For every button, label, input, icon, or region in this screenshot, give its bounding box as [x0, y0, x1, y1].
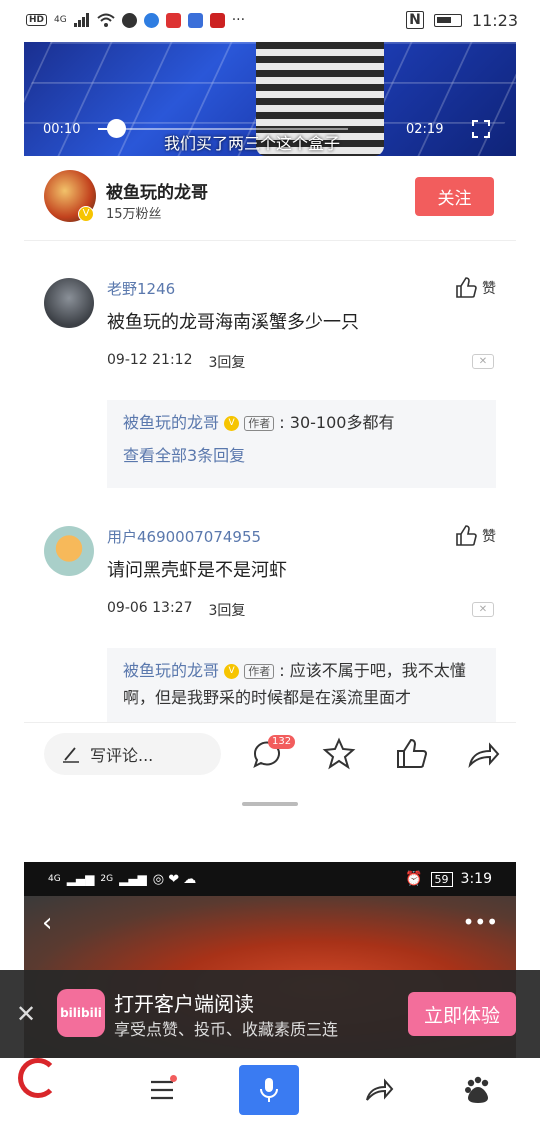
alarm-icon: ⏰	[405, 871, 423, 887]
signal-icon: ▂▄▆	[66, 872, 95, 886]
bilibili-logo: bilibili	[57, 989, 105, 1037]
comment-text: 被鱼玩的龙哥海南溪蟹多少一只	[107, 312, 359, 333]
video-player[interactable]: 00:10 我们买了两三个这个盒子 02:19	[24, 42, 516, 156]
comment-avatar[interactable]	[44, 278, 94, 328]
wifi-icon	[97, 13, 115, 27]
nfc-icon: N	[406, 11, 424, 29]
comment-username[interactable]: 老野1246	[107, 278, 175, 299]
divider	[24, 240, 516, 241]
author-tag: 作者	[244, 663, 275, 679]
thumbs-up-icon	[456, 277, 477, 298]
thumbs-up-icon[interactable]	[394, 737, 428, 771]
app-icon-redbox	[209, 12, 225, 28]
reply-text: : 30-100多都有	[279, 413, 395, 432]
embedded-time: 3:19	[460, 871, 492, 887]
comment-time: 09-06 13:27	[107, 600, 193, 616]
verified-icon: V	[224, 664, 240, 679]
baidu-paw-icon[interactable]	[462, 1074, 494, 1106]
drag-handle[interactable]	[242, 802, 298, 806]
like-label: 赞	[482, 529, 496, 545]
dismiss-icon[interactable]: ✕	[472, 354, 494, 369]
status-bar: HD 4G ··· N 11:23	[0, 0, 540, 40]
wechat-icon	[121, 12, 137, 28]
comment-input[interactable]: 写评论...	[44, 733, 221, 775]
reply-author[interactable]: 被鱼玩的龙哥	[123, 661, 219, 680]
close-icon[interactable]: ✕	[16, 1000, 36, 1028]
open-app-button[interactable]: 立即体验	[408, 992, 516, 1036]
watermark-logo	[6, 1058, 110, 1120]
thumbs-up-icon	[456, 525, 477, 546]
like-button[interactable]: 赞	[454, 276, 496, 300]
back-icon: ‹	[42, 908, 53, 938]
microphone-icon	[260, 1078, 278, 1102]
app-icon-music	[187, 12, 203, 28]
embedded-network-a: 4G	[48, 874, 61, 884]
star-icon[interactable]	[322, 737, 356, 771]
voice-search-button[interactable]	[239, 1065, 299, 1115]
like-label: 赞	[482, 281, 496, 297]
reply-box[interactable]: 被鱼玩的龙哥 V 作者 : 30-100多都有 查看全部3条回复	[107, 400, 496, 488]
author-name[interactable]: 被鱼玩的龙哥	[106, 178, 208, 203]
reply-count[interactable]: 3回复	[208, 600, 245, 620]
reply-count[interactable]: 3回复	[208, 352, 245, 372]
author-tag: 作者	[244, 415, 275, 431]
comment-item: 老野1246 赞 被鱼玩的龙哥海南溪蟹多少一只 09-12 21:12 3回复 …	[44, 276, 496, 488]
follow-button[interactable]: 关注	[415, 177, 494, 216]
more-notifications-icon: ···	[231, 12, 246, 28]
app-icons: ◎ ❤ ☁	[152, 871, 197, 887]
comment-item: 用户4690007074955 赞 请问黑壳虾是不是河虾 09-06 13:27…	[44, 524, 496, 722]
video-current-time: 00:10	[43, 122, 81, 137]
notification-dot	[170, 1075, 177, 1082]
comment-count-badge: 132	[268, 735, 296, 749]
embedded-battery: 59	[430, 871, 453, 887]
video-duration: 02:19	[406, 122, 444, 137]
verified-icon: V	[78, 206, 94, 222]
embedded-network-b: 2G	[100, 874, 114, 884]
clock: 11:23	[471, 10, 518, 30]
author-fans-count: 15万粉丝	[106, 207, 162, 222]
embedded-status-bar: 4G ▂▄▆ 2G ▂▄▆ ◎ ❤ ☁ ⏰ 59 3:19	[24, 862, 516, 896]
video-progress-knob[interactable]	[106, 119, 126, 138]
video-subtitle: 我们买了两三个这个盒子	[164, 134, 341, 153]
dismiss-icon[interactable]: ✕	[472, 602, 494, 617]
app-icon-red	[165, 12, 181, 28]
reply-author[interactable]: 被鱼玩的龙哥	[123, 413, 219, 432]
share-icon[interactable]	[363, 1074, 395, 1106]
pen-icon	[63, 747, 79, 763]
comment-avatar[interactable]	[44, 526, 94, 576]
app-banner[interactable]: ✕ bilibili 打开客户端阅读 享受点赞、投币、收藏素质三连 立即体验	[0, 970, 540, 1058]
comment-time: 09-12 21:12	[107, 352, 193, 368]
hd-icon: HD	[26, 14, 48, 26]
network-label: 4G	[54, 15, 67, 25]
comment-placeholder: 写评论...	[90, 746, 154, 765]
banner-subtitle: 享受点赞、投币、收藏素质三连	[114, 1020, 339, 1039]
reply-box[interactable]: 被鱼玩的龙哥 V 作者 : 应该不属于吧，我不太懂啊，但是我野采的时候都是在溪流…	[107, 648, 496, 722]
view-all-replies-link[interactable]: 查看全部3条回复	[123, 443, 480, 469]
verified-icon: V	[224, 416, 240, 431]
signal-icon: ▂▄▆	[119, 872, 147, 886]
like-button[interactable]: 赞	[454, 524, 496, 548]
app-icon-blue	[143, 12, 159, 28]
comment-text: 请问黑壳虾是不是河虾	[107, 560, 287, 581]
signal-icon	[73, 13, 89, 27]
comment-toolbar: 写评论...	[24, 722, 516, 784]
fullscreen-icon[interactable]	[472, 120, 490, 138]
battery-icon	[433, 13, 462, 27]
share-icon[interactable]	[466, 737, 500, 771]
banner-title: 打开客户端阅读	[114, 992, 254, 1016]
comment-username[interactable]: 用户4690007074955	[107, 526, 261, 547]
more-icon: •••	[462, 910, 498, 934]
